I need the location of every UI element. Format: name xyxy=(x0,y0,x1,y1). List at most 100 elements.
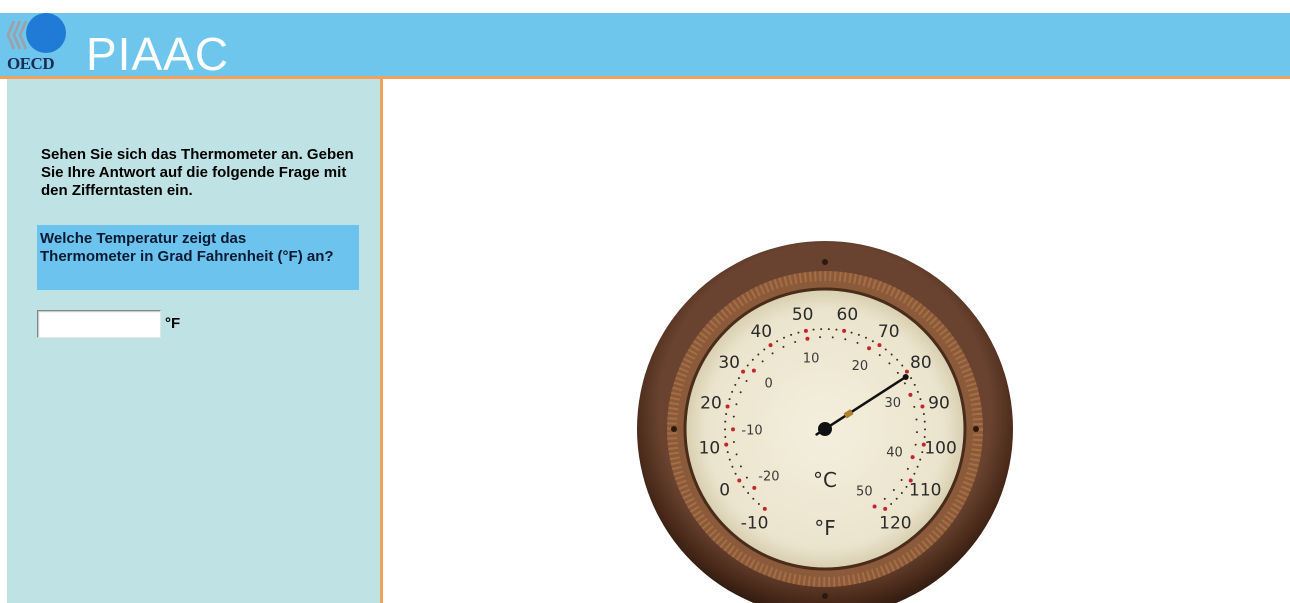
c-minor-tick xyxy=(906,467,909,470)
fahrenheit-unit-label: °F xyxy=(814,516,836,540)
f-minor-tick xyxy=(850,331,853,334)
f-major-tick xyxy=(842,328,847,333)
c-minor-tick xyxy=(739,391,742,394)
c-major-tick xyxy=(752,485,757,490)
f-minor-tick xyxy=(797,331,800,334)
f-minor-tick xyxy=(734,472,737,475)
f-minor-tick xyxy=(763,348,766,351)
c-major-tick xyxy=(910,455,915,460)
c-minor-tick xyxy=(913,405,916,408)
c-minor-tick xyxy=(844,338,847,341)
c-minor-tick xyxy=(915,431,918,434)
c-minor-tick xyxy=(732,440,735,443)
panel-divider xyxy=(380,79,383,603)
c-minor-tick xyxy=(915,418,918,421)
f-major-tick xyxy=(737,478,742,483)
question-box: Welche Temperatur zeigt das Thermometer … xyxy=(37,225,359,290)
c-minor-tick xyxy=(888,362,891,365)
f-major-tick xyxy=(920,404,925,409)
f-minor-tick xyxy=(884,348,887,351)
f-major-tick xyxy=(725,404,730,409)
c-minor-tick xyxy=(883,497,886,500)
fahrenheit-label: 10 xyxy=(699,438,721,458)
fahrenheit-label: 50 xyxy=(792,305,814,325)
fahrenheit-label: 120 xyxy=(879,513,911,533)
instructions-text: Sehen Sie sich das Thermometer an. Geben… xyxy=(41,146,354,199)
f-major-tick xyxy=(741,369,746,374)
answer-input[interactable] xyxy=(37,310,161,338)
f-minor-tick xyxy=(728,458,731,461)
f-minor-tick xyxy=(726,451,729,454)
oecd-logo: OECD xyxy=(0,13,80,77)
f-minor-tick xyxy=(835,328,838,331)
c-minor-tick xyxy=(914,443,917,446)
c-minor-tick xyxy=(831,336,834,339)
f-major-tick xyxy=(724,442,729,447)
f-minor-tick xyxy=(725,413,728,416)
f-minor-tick xyxy=(871,340,874,343)
f-minor-tick xyxy=(742,485,745,488)
f-minor-tick xyxy=(895,497,898,500)
question-panel: Sehen Sie sich das Thermometer an. Geben… xyxy=(7,79,380,603)
question-text: Welche Temperatur zeigt das Thermometer … xyxy=(40,230,334,265)
piaac-task-screen: OECD PIAAC Sehen Sie sich das Thermomete… xyxy=(0,0,1290,603)
f-minor-tick xyxy=(812,328,815,331)
c-minor-tick xyxy=(732,415,735,418)
f-minor-tick xyxy=(919,398,922,401)
celsius-label: 0 xyxy=(764,377,772,392)
c-minor-tick xyxy=(892,489,895,492)
f-minor-tick xyxy=(752,497,755,500)
f-minor-tick xyxy=(890,503,893,506)
thermometer-dial: -10 0 10 20 30 40 50 60 70 80 90 100 110 120 -20 -10 0 10… xyxy=(637,241,1013,603)
f-minor-tick xyxy=(890,353,893,356)
c-major-tick xyxy=(872,504,877,509)
f-minor-tick xyxy=(916,390,919,393)
f-major-tick xyxy=(768,343,773,348)
rim-screw xyxy=(822,259,828,265)
c-major-tick xyxy=(867,346,872,351)
f-minor-tick xyxy=(724,428,727,431)
c-minor-tick xyxy=(735,453,738,456)
c-major-tick xyxy=(751,368,756,373)
c-minor-tick xyxy=(903,382,906,385)
c-minor-tick xyxy=(745,379,748,382)
f-minor-tick xyxy=(734,383,737,386)
c-minor-tick xyxy=(735,403,738,406)
f-minor-tick xyxy=(916,465,919,468)
fahrenheit-label: 90 xyxy=(928,394,950,414)
fahrenheit-label: -10 xyxy=(741,513,769,533)
fahrenheit-label: 60 xyxy=(837,305,859,325)
c-minor-tick xyxy=(878,354,881,357)
celsius-unit-label: °C xyxy=(813,468,837,492)
f-minor-tick xyxy=(724,436,727,439)
f-major-tick xyxy=(803,328,808,333)
f-minor-tick xyxy=(896,358,899,361)
celsius-label: 20 xyxy=(852,359,869,374)
f-minor-tick xyxy=(827,328,830,331)
c-minor-tick xyxy=(745,476,748,479)
celsius-label: -20 xyxy=(758,470,779,485)
c-minor-tick xyxy=(900,478,903,481)
thermometer-body: -10 0 10 20 30 40 50 60 70 80 90 100 110 120 -20 -10 0 10… xyxy=(637,241,1013,603)
f-minor-tick xyxy=(910,377,913,380)
f-minor-tick xyxy=(776,340,779,343)
c-minor-tick xyxy=(782,345,785,348)
f-minor-tick xyxy=(921,451,924,454)
f-minor-tick xyxy=(724,420,727,423)
fahrenheit-label: 20 xyxy=(700,394,722,414)
celsius-label: 10 xyxy=(803,351,820,366)
f-minor-tick xyxy=(790,333,793,336)
celsius-label: -10 xyxy=(741,423,762,438)
f-minor-tick xyxy=(913,383,916,386)
c-minor-tick xyxy=(856,341,859,344)
rim-screw xyxy=(822,593,828,599)
c-minor-tick xyxy=(771,352,774,355)
f-minor-tick xyxy=(857,333,860,336)
f-minor-tick xyxy=(737,377,740,380)
f-minor-tick xyxy=(731,390,734,393)
unit-label: °F xyxy=(165,315,181,332)
f-minor-tick xyxy=(747,492,750,495)
f-minor-tick xyxy=(728,398,731,401)
fahrenheit-label: 70 xyxy=(878,322,900,342)
fahrenheit-label: 0 xyxy=(719,480,730,500)
